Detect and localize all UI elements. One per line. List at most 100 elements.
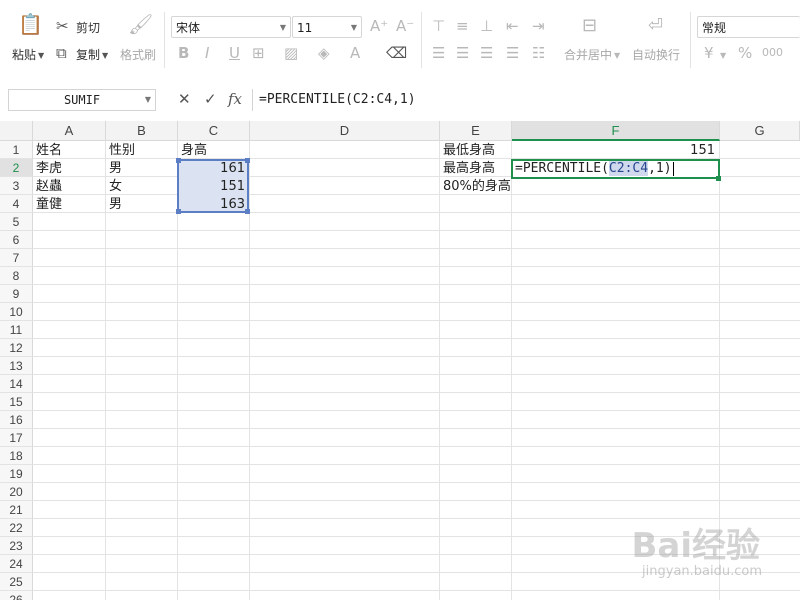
row-header-25[interactable]: 25 (0, 573, 33, 591)
row-header-3[interactable]: 3 (0, 177, 33, 195)
cell-c2[interactable]: 161 (178, 160, 249, 178)
distributed-icon[interactable]: ☷ (532, 45, 545, 61)
align-left-icon[interactable]: ☰ (432, 45, 445, 61)
underline-button[interactable]: U (229, 45, 240, 61)
select-all-corner[interactable] (0, 121, 33, 141)
chevron-down-icon[interactable]: ▼ (720, 48, 726, 64)
cell-f1[interactable]: 151 (512, 142, 719, 160)
cancel-icon[interactable]: ✕ (178, 90, 191, 108)
row-header-1[interactable]: 1 (0, 141, 33, 159)
row-header-7[interactable]: 7 (0, 249, 33, 267)
align-middle-icon[interactable]: ≡ (456, 18, 469, 34)
cell-e2[interactable]: 最高身高 (440, 160, 495, 178)
font-name-select[interactable]: 宋体 ▼ (171, 16, 291, 38)
row-header-6[interactable]: 6 (0, 231, 33, 249)
copy-button[interactable]: 复制 (76, 46, 100, 63)
cell-b2[interactable]: 男 (106, 160, 122, 178)
align-center-icon[interactable]: ☰ (456, 45, 469, 61)
italic-button[interactable]: I (205, 45, 209, 61)
row-header-17[interactable]: 17 (0, 429, 33, 447)
cell-a2[interactable]: 李虎 (33, 160, 62, 178)
row-header-26[interactable]: 26 (0, 591, 33, 600)
bold-button[interactable]: B (178, 45, 189, 61)
row-header-22[interactable]: 22 (0, 519, 33, 537)
row-header-24[interactable]: 24 (0, 555, 33, 573)
cell-c3[interactable]: 151 (178, 178, 249, 196)
font-color-icon[interactable]: A (350, 45, 360, 61)
merge-center-button[interactable]: 合并居中 (564, 46, 612, 63)
wrap-text-icon[interactable]: ⏎ (648, 17, 663, 35)
row-header-16[interactable]: 16 (0, 411, 33, 429)
row-header-18[interactable]: 18 (0, 447, 33, 465)
paste-icon[interactable]: 📋 (18, 14, 43, 34)
cell-b3[interactable]: 女 (106, 178, 122, 196)
fill-color-icon[interactable]: ◈ (318, 45, 330, 61)
indent-increase-icon[interactable]: ⇥ (532, 18, 545, 34)
cell-c1[interactable]: 身高 (178, 142, 207, 160)
column-header-b[interactable]: B (106, 121, 178, 141)
row-header-15[interactable]: 15 (0, 393, 33, 411)
number-format-select[interactable]: 常规 (697, 16, 800, 38)
cell-c4[interactable]: 163 (178, 196, 249, 214)
cell-e3[interactable]: 80%的身高 (440, 178, 511, 196)
cell-b1[interactable]: 性别 (106, 142, 135, 160)
percent-button[interactable]: % (738, 45, 752, 61)
row-header-14[interactable]: 14 (0, 375, 33, 393)
fill-handle[interactable] (716, 176, 721, 181)
formula-input[interactable]: =PERCENTILE(C2:C4,1) (252, 89, 800, 111)
align-top-icon[interactable]: ⊤ (432, 18, 445, 34)
merge-center-icon[interactable]: ⊟ (582, 17, 597, 35)
row-header-20[interactable]: 20 (0, 483, 33, 501)
format-painter-icon[interactable]: 🖌 (128, 14, 153, 34)
thousands-button[interactable]: 000 (762, 45, 783, 61)
decrease-font-icon[interactable]: A⁻ (396, 18, 414, 34)
scissors-icon[interactable]: ✂ (56, 18, 69, 34)
editor-range-reference[interactable]: C2:C4 (608, 161, 649, 176)
format-painter-button[interactable]: 格式刷 (120, 46, 156, 63)
row-header-19[interactable]: 19 (0, 465, 33, 483)
cell-a1[interactable]: 姓名 (33, 142, 62, 160)
name-box[interactable]: SUMIF ▼ (8, 89, 156, 111)
column-header-a[interactable]: A (33, 121, 106, 141)
border-icon[interactable]: ⊞ (252, 45, 265, 61)
cut-button[interactable]: 剪切 (76, 19, 100, 36)
confirm-icon[interactable]: ✓ (204, 90, 217, 108)
justify-icon[interactable]: ☰ (506, 45, 519, 61)
row-header-9[interactable]: 9 (0, 285, 33, 303)
fill-pattern-icon[interactable]: ▨ (284, 45, 298, 61)
cell-b4[interactable]: 男 (106, 196, 122, 214)
cell-f2-editor[interactable]: =PERCENTILE(C2:C4,1) (511, 159, 720, 179)
paste-dropdown-icon[interactable]: ▼ (38, 48, 44, 64)
column-header-d[interactable]: D (250, 121, 440, 141)
cell-a3[interactable]: 赵蟲 (33, 178, 62, 196)
cell-e1[interactable]: 最低身高 (440, 142, 495, 160)
paste-button[interactable]: 粘贴 (12, 46, 36, 63)
insert-function-button[interactable]: fx (228, 90, 242, 108)
align-bottom-icon[interactable]: ⊥ (480, 18, 493, 34)
row-header-23[interactable]: 23 (0, 537, 33, 555)
copy-dropdown-icon[interactable]: ▼ (102, 48, 108, 64)
row-header-2[interactable]: 2 (0, 159, 33, 177)
chevron-down-icon[interactable]: ▼ (614, 48, 620, 64)
wrap-text-button[interactable]: 自动换行 (632, 46, 680, 63)
column-header-f[interactable]: F (512, 121, 720, 141)
font-size-select[interactable]: 11 ▼ (292, 16, 362, 38)
copy-icon[interactable]: ⧉ (56, 45, 67, 61)
column-header-g[interactable]: G (720, 121, 800, 141)
row-header-11[interactable]: 11 (0, 321, 33, 339)
row-header-10[interactable]: 10 (0, 303, 33, 321)
row-header-5[interactable]: 5 (0, 213, 33, 231)
row-header-12[interactable]: 12 (0, 339, 33, 357)
align-right-icon[interactable]: ☰ (480, 45, 493, 61)
eraser-icon[interactable]: ⌫ (386, 45, 407, 61)
column-header-c[interactable]: C (178, 121, 250, 141)
cell-a4[interactable]: 童健 (33, 196, 62, 214)
row-header-8[interactable]: 8 (0, 267, 33, 285)
indent-decrease-icon[interactable]: ⇤ (506, 18, 519, 34)
currency-button[interactable]: ¥ (704, 45, 714, 61)
row-header-4[interactable]: 4 (0, 195, 33, 213)
increase-font-icon[interactable]: A⁺ (370, 18, 388, 34)
row-header-13[interactable]: 13 (0, 357, 33, 375)
column-header-e[interactable]: E (440, 121, 512, 141)
row-header-21[interactable]: 21 (0, 501, 33, 519)
